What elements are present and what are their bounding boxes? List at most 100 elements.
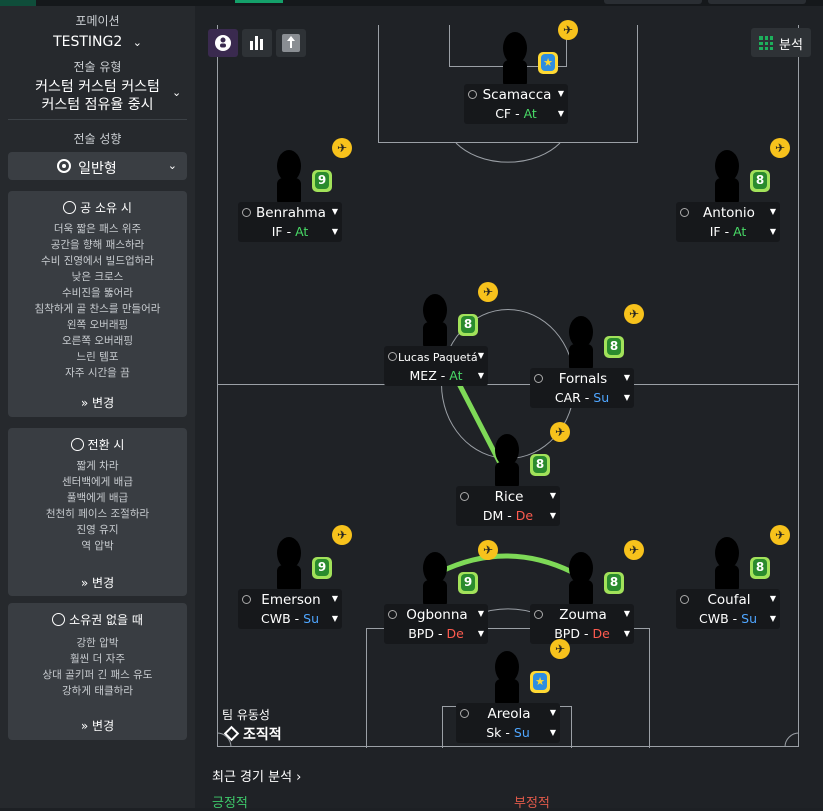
chevron-down-icon[interactable]: ▼ — [332, 594, 338, 603]
player-name: Fornals — [558, 371, 608, 387]
chevron-down-icon[interactable]: ▼ — [770, 227, 776, 236]
player-plate: Areola ▼ Sk - Su ▼ — [456, 703, 560, 743]
chevron-down-icon[interactable]: ▼ — [332, 207, 338, 216]
chevron-down-icon[interactable]: ▼ — [770, 207, 776, 216]
positive-heading: 긍정적 — [212, 796, 248, 811]
instruction-icon — [282, 34, 300, 52]
chevron-down-icon[interactable]: ▼ — [478, 351, 484, 360]
tactic-type-line1: 커스텀 커스텀 커스텀 — [35, 79, 160, 95]
chevron-down-icon[interactable]: ▼ — [624, 373, 630, 382]
chevron-down-icon[interactable]: ▼ — [332, 227, 338, 236]
chevron-down-icon[interactable]: ▼ — [550, 728, 556, 737]
list-item: 역 압박 — [81, 540, 114, 552]
mentality-dropdown[interactable]: 일반형 ⌄ — [8, 152, 187, 180]
player-rating-badge: 8 — [604, 572, 624, 594]
top-button-1[interactable] — [604, 0, 702, 4]
chevron-down-icon[interactable]: ▼ — [624, 393, 630, 402]
player-card[interactable]: ✈ 8 Antonio ▼ IF - At ▼ — [676, 138, 790, 242]
player-name: Scamacca — [482, 87, 552, 103]
chevron-down-icon[interactable]: ▼ — [478, 609, 484, 618]
chevron-down-icon[interactable]: ▼ — [770, 614, 776, 623]
in-possession-title: 공 소유 시 — [8, 199, 187, 216]
player-plate: Scamacca ▼ CF - At ▼ — [464, 84, 568, 124]
player-card[interactable]: ✈ 8 Fornals ▼ CAR - Su ▼ — [530, 304, 644, 408]
chevron-down-icon[interactable]: ▼ — [558, 109, 564, 118]
team-fluidity-value: 조직적 — [223, 724, 282, 744]
player-card[interactable]: ✈ 8 Rice ▼ DM - De ▼ — [456, 422, 570, 526]
player-name: Lucas Paquetá — [398, 351, 478, 364]
in-possession-change-button[interactable]: » 변경 — [8, 394, 187, 411]
player-card[interactable]: ✈ ★ Areola ▼ Sk - Su ▼ — [456, 639, 570, 743]
chevron-down-icon[interactable]: ▼ — [624, 609, 630, 618]
chevron-down-icon[interactable]: ▼ — [624, 629, 630, 638]
person-icon — [534, 374, 543, 383]
person-icon — [388, 352, 397, 361]
formation-label: 포메이션 — [75, 14, 120, 28]
list-item: 센터백에게 배급 — [62, 476, 133, 488]
person-icon — [242, 595, 251, 604]
player-card[interactable]: ✈ 8 Coufal ▼ CWB - Su ▼ — [676, 525, 790, 629]
player-silhouette-icon — [569, 552, 593, 608]
player-card[interactable]: ✈ 9 Emerson ▼ CWB - Su ▼ — [238, 525, 352, 629]
chevron-down-icon[interactable]: ▼ — [550, 511, 556, 520]
player-plate: Rice ▼ DM - De ▼ — [456, 486, 560, 526]
double-chevron-right-icon: » — [80, 576, 89, 590]
player-card[interactable]: ✈ 9 Benrahma ▼ IF - At ▼ — [238, 138, 352, 242]
player-silhouette-icon — [495, 434, 519, 490]
list-item: 상대 골키퍼 긴 패스 유도 — [42, 669, 153, 681]
player-name: Areola — [487, 706, 531, 722]
chevron-down-icon[interactable]: ▼ — [770, 594, 776, 603]
person-icon — [388, 610, 397, 619]
player-card[interactable]: ✈ 8 Zouma ▼ BPD - De ▼ — [530, 540, 644, 644]
analysis-button[interactable]: 분석 — [751, 28, 811, 57]
airplane-icon: ✈ — [550, 422, 570, 442]
player-card[interactable]: ✈ 8 Lucas Paquetá ▼ MEZ - At ▼ — [384, 282, 498, 386]
player-role: CF - At — [495, 106, 537, 121]
out-of-possession-panel: 소유권 없을 때 강한 압박 훨씬 더 자주 상대 골키퍼 긴 패스 유도 강하… — [8, 603, 187, 740]
chevron-down-icon[interactable]: ▼ — [332, 614, 338, 623]
stats-view-button[interactable] — [242, 29, 272, 57]
chevron-down-icon[interactable]: ▼ — [478, 371, 484, 380]
list-item: 공간을 향해 패스하라 — [50, 239, 145, 251]
in-transition-change-button[interactable]: » 변경 — [8, 574, 187, 591]
airplane-icon: ✈ — [332, 138, 352, 158]
player-silhouette-icon — [715, 537, 739, 593]
player-rating-badge: ★ — [538, 52, 558, 74]
player-plate: Lucas Paquetá ▼ MEZ - At ▼ — [384, 346, 488, 386]
chevron-down-icon[interactable]: ▼ — [478, 629, 484, 638]
player-name: Ogbonna — [406, 607, 468, 623]
chevron-down-icon: ⌄ — [132, 36, 142, 49]
list-item: 강한 압박 — [76, 637, 119, 649]
out-of-possession-change-button[interactable]: » 변경 — [8, 717, 187, 734]
list-item: 천천히 페이스 조절하라 — [45, 508, 150, 520]
transition-icon — [70, 438, 84, 451]
analysis-label: 분석 — [779, 38, 803, 53]
mentality-value: 일반형 — [78, 161, 117, 177]
top-button-2[interactable] — [708, 0, 806, 4]
person-icon — [460, 709, 469, 718]
player-card[interactable]: ✈ 9 Ogbonna ▼ BPD - De ▼ — [384, 540, 498, 644]
player-card[interactable]: ✈ ★ Scamacca ▼ CF - At ▼ — [464, 20, 578, 124]
in-transition-title: 전환 시 — [8, 436, 187, 453]
player-rating-badge: 9 — [312, 170, 332, 192]
list-item: 풀백에게 배급 — [66, 492, 129, 504]
player-rating-badge: 8 — [530, 454, 550, 476]
list-item: 수비 진영에서 빌드업하라 — [41, 255, 154, 267]
formation-selector[interactable]: TESTING2 ⌄ — [8, 34, 187, 50]
person-icon — [460, 492, 469, 501]
player-rating-badge: 8 — [750, 170, 770, 192]
player-silhouette-icon — [277, 150, 301, 206]
instructions-view-button[interactable] — [276, 29, 306, 57]
chevron-down-icon[interactable]: ▼ — [550, 708, 556, 717]
player-silhouette-icon — [715, 150, 739, 206]
player-plate: Fornals ▼ CAR - Su ▼ — [530, 368, 634, 408]
chevron-down-icon[interactable]: ▼ — [558, 89, 564, 98]
airplane-icon: ✈ — [770, 525, 790, 545]
chevron-down-icon[interactable]: ▼ — [550, 491, 556, 500]
recent-match-analysis-link[interactable]: 최근 경기 분석 › — [212, 766, 301, 785]
player-view-button[interactable] — [208, 29, 238, 57]
airplane-icon: ✈ — [770, 138, 790, 158]
player-name: Rice — [494, 489, 524, 505]
tactic-type-label: 전술 유형 — [73, 60, 122, 74]
ball-icon — [63, 201, 77, 214]
